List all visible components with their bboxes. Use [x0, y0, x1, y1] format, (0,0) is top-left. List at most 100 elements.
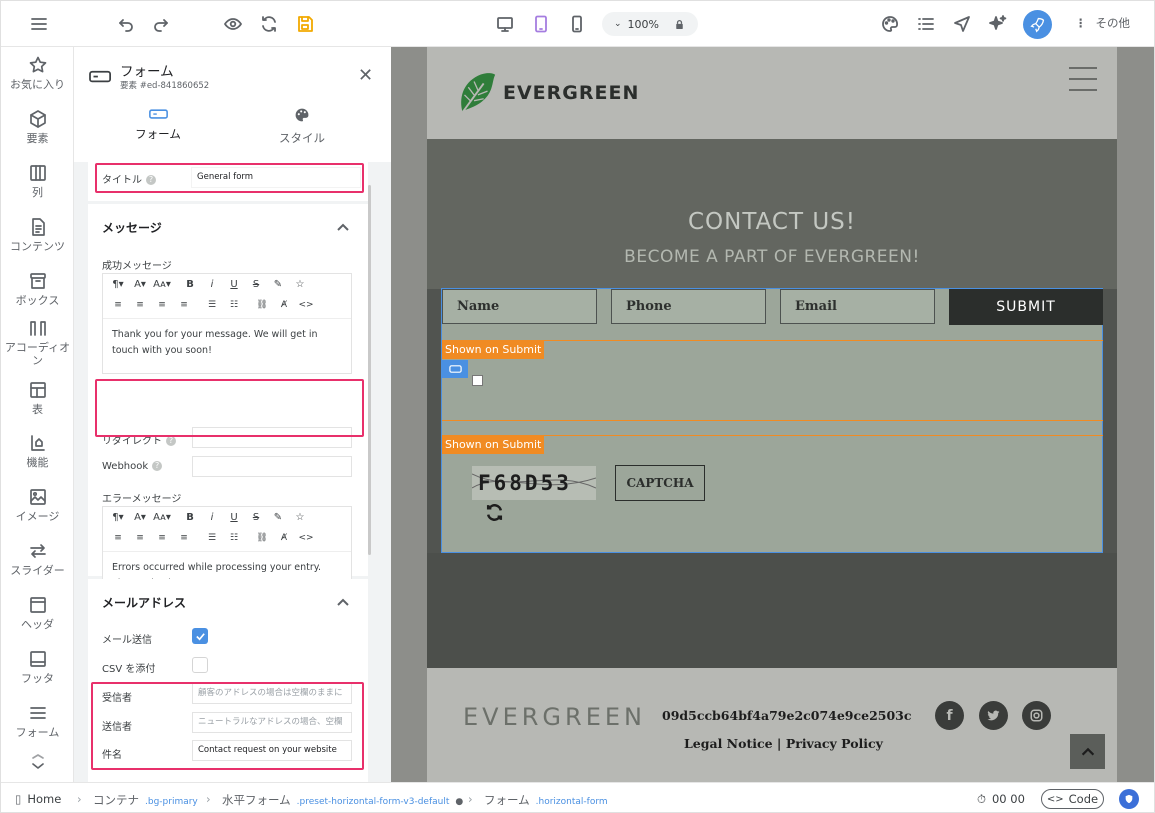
success-message-editor[interactable]: ¶▾ A▾ Aᴀ▾ Bi U S ✎ ☆ ≡ ≡ ≡ ≡ ☰ ☷ ⛓ Ⱥ <> Thank you for y…	[102, 273, 352, 374]
editor-toolbar: ¶▾ A▾ Aᴀ▾ Bi U S ✎ ☆ ≡ ≡ ≡ ≡ ☰ ☷ ⛓ Ⱥ <>	[103, 274, 351, 319]
function-icon	[30, 435, 45, 451]
list-icon[interactable]	[911, 9, 941, 39]
evergreen-leaf-logo	[453, 69, 499, 117]
send-mail-checkbox[interactable]	[192, 628, 208, 644]
twitter-icon[interactable]	[979, 701, 1008, 730]
captcha-image: F68D53	[472, 466, 596, 500]
more-menu[interactable]: ⋮ その他	[1075, 15, 1130, 31]
hero-subtitle: BECOME A PART OF EVERGREEN!	[624, 247, 920, 267]
menu-icon[interactable]	[24, 9, 54, 39]
shown-on-submit-badge: Shown on Submit	[442, 436, 545, 454]
scroll-to-top-button[interactable]	[1070, 734, 1105, 769]
lock-icon	[673, 18, 686, 31]
zoom-control[interactable]: ⌄ 100%	[602, 12, 698, 36]
check-icon	[195, 632, 205, 640]
panel-header: フォーム 要素 #ed-841860652 ✕ フォーム スタイル	[74, 47, 391, 162]
chevron-right-icon: ›	[468, 792, 473, 806]
submit-button[interactable]: SUBMIT	[949, 289, 1103, 325]
collapse-message-icon[interactable]	[336, 221, 350, 235]
footer-brand: EVERGREEN	[463, 703, 646, 731]
document-icon	[31, 218, 45, 236]
close-icon[interactable]: ✕	[358, 67, 373, 85]
highlight-title	[95, 163, 364, 193]
hero-section: CONTACT US! BECOME A PART OF EVERGREEN!	[427, 139, 1117, 289]
instagram-icon[interactable]	[1022, 701, 1051, 730]
ai-sparkle-icon[interactable]	[983, 9, 1013, 39]
redo-icon[interactable]	[146, 9, 176, 39]
nav-item-image[interactable]: イメージ	[1, 487, 74, 523]
save-icon[interactable]	[290, 9, 320, 39]
captcha-refresh-icon[interactable]	[484, 502, 505, 523]
hero-title: CONTACT US!	[687, 209, 857, 235]
table-icon	[29, 382, 46, 398]
csv-label: CSV を添付	[102, 664, 156, 675]
collapse-email-icon[interactable]	[336, 596, 350, 610]
email-section-title: メールアドレス	[102, 596, 187, 610]
code-icon: <>	[1046, 793, 1064, 805]
shield-icon[interactable]	[1119, 789, 1139, 809]
navigation-icon[interactable]	[947, 9, 977, 39]
page-icon: ▯	[15, 792, 22, 806]
form-tab-icon	[148, 109, 168, 119]
nav-item-box[interactable]: ボックス	[1, 271, 74, 307]
consent-checkbox[interactable]	[472, 375, 483, 386]
undo-icon[interactable]	[111, 9, 141, 39]
horizontal-form[interactable]: Name Phone Email SUBMIT Shown on Submit …	[441, 288, 1103, 553]
zoom-value: 100%	[627, 17, 659, 31]
form-icon	[29, 707, 46, 719]
nav-item-content[interactable]: コンテンツ	[1, 217, 74, 253]
header-icon	[29, 597, 46, 613]
form-element-marker-icon[interactable]	[442, 360, 468, 378]
slider-icon	[29, 544, 46, 558]
top-toolbar: ⌄ 100% ⋮ その他	[1, 1, 1154, 47]
nav-item-favorites[interactable]: お気に入り	[1, 55, 74, 91]
nav-more-scroll[interactable]	[1, 753, 74, 773]
captcha-input[interactable]: CAPTCHA	[615, 465, 705, 501]
panel-scrollbar[interactable]	[368, 185, 371, 555]
csv-checkbox[interactable]	[192, 657, 208, 673]
breadcrumb-home[interactable]: ▯ Home	[15, 792, 61, 806]
preview-eye-icon[interactable]	[218, 9, 248, 39]
webhook-input[interactable]	[192, 456, 352, 477]
tab-form[interactable]: フォーム	[128, 109, 188, 142]
box-icon	[29, 273, 46, 289]
desktop-view-icon[interactable]	[490, 9, 520, 39]
email-field[interactable]: Email	[780, 289, 935, 324]
nav-item-slider[interactable]: スライダー	[1, 541, 74, 577]
privacy-policy-link[interactable]: Privacy Policy	[786, 736, 883, 751]
tablet-view-icon[interactable]	[526, 9, 556, 39]
help-icon: ?	[166, 436, 176, 446]
columns-icon	[29, 165, 46, 181]
nav-item-footer[interactable]: フッタ	[1, 649, 74, 685]
breadcrumb-form[interactable]: フォーム .horizontal-form	[484, 792, 608, 808]
tab-style[interactable]: スタイル	[272, 107, 332, 146]
nav-item-form[interactable]: フォーム	[1, 703, 74, 739]
nav-item-elements[interactable]: 要素	[1, 109, 74, 145]
nav-item-columns[interactable]: 列	[1, 163, 74, 199]
nav-item-accordion[interactable]: アコーディオン	[1, 318, 74, 367]
breadcrumb-horizontal-form[interactable]: 水平フォーム .preset-horizontal-form-v3-default…	[222, 792, 463, 808]
phone-field[interactable]: Phone	[611, 289, 766, 324]
nav-item-function[interactable]: 機能	[1, 433, 74, 469]
palette-icon[interactable]	[875, 9, 905, 39]
code-button[interactable]: <> Code	[1041, 789, 1104, 809]
refresh-icon[interactable]	[254, 9, 284, 39]
footer-separator: |	[776, 736, 782, 751]
name-field[interactable]: Name	[442, 289, 597, 324]
element-id: 要素 #ed-841860652	[120, 81, 210, 91]
site-footer: EVERGREEN 09d5ccb64bf4a79e2c074e9ce2503c…	[427, 668, 1117, 782]
hamburger-icon[interactable]	[1069, 67, 1097, 91]
nav-item-header[interactable]: ヘッダ	[1, 595, 74, 631]
mobile-view-icon[interactable]	[562, 9, 592, 39]
chevron-down-icon	[31, 754, 44, 769]
facebook-icon[interactable]: f	[935, 701, 964, 730]
site-header: EVERGREEN	[427, 47, 1117, 139]
editor-toolbar: ¶▾ A▾ Aᴀ▾ Bi U S ✎ ☆ ≡ ≡ ≡ ≡ ☰ ☷ ⛓ Ⱥ <>	[103, 507, 351, 552]
accordion-icon	[29, 321, 46, 336]
legal-notice-link[interactable]: Legal Notice	[684, 736, 773, 751]
success-message-text[interactable]: Thank you for your message. We will get …	[103, 319, 351, 367]
publish-rocket-button[interactable]	[1023, 10, 1052, 39]
nav-item-table[interactable]: 表	[1, 380, 74, 416]
breadcrumb-container[interactable]: コンテナ .bg-primary	[93, 792, 198, 808]
chevron-down-icon: ⌄	[614, 19, 622, 29]
